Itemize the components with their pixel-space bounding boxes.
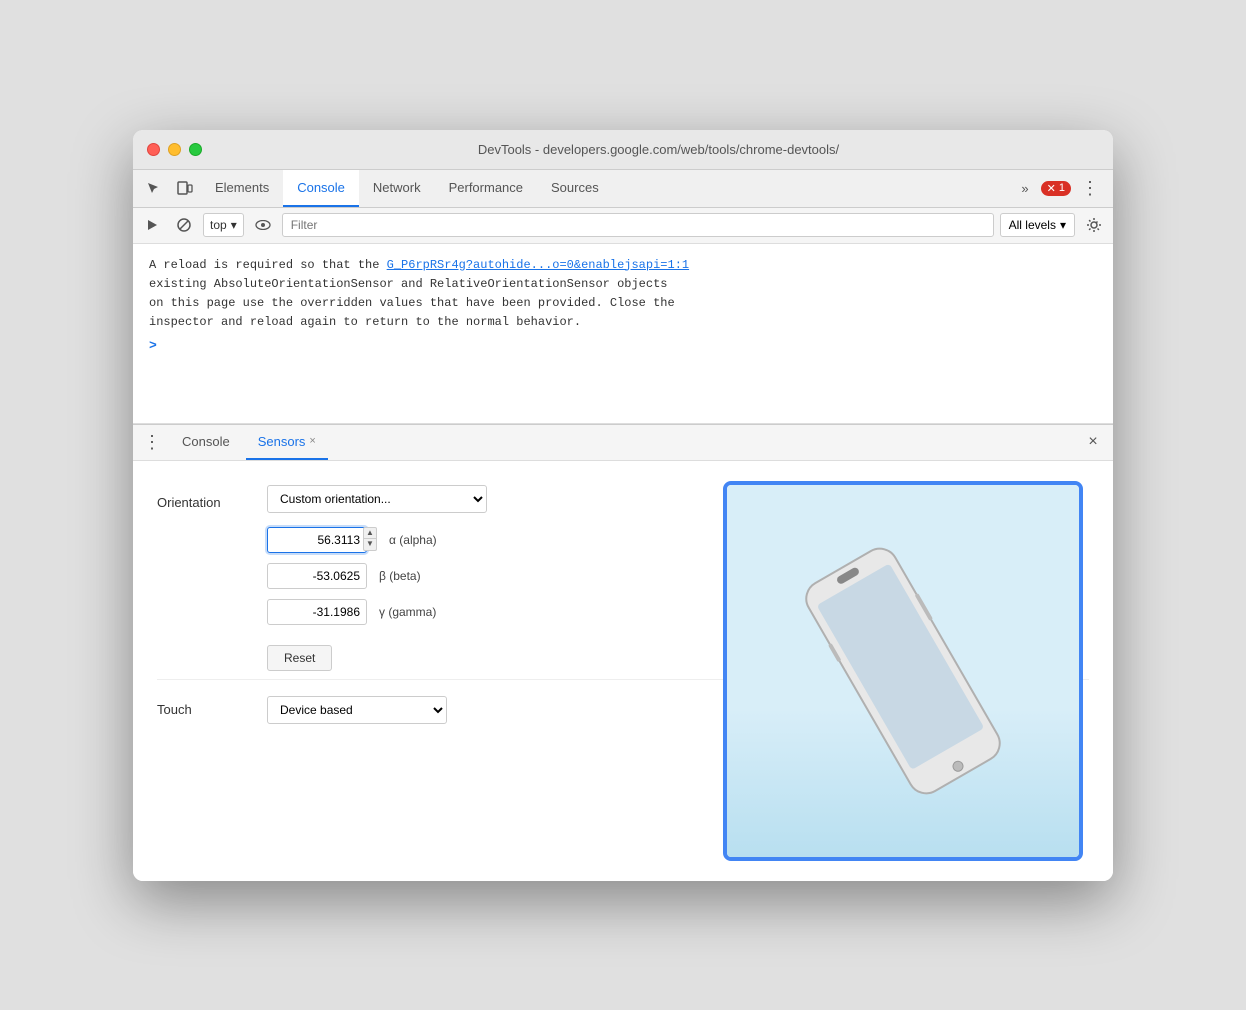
console-toolbar: top ▾ All levels ▾	[133, 208, 1113, 244]
tab-performance[interactable]: Performance	[435, 170, 537, 207]
device-viz-background	[727, 485, 1079, 857]
gamma-label: γ (gamma)	[379, 605, 436, 619]
console-link[interactable]: G_P6rpRSr4g?autohide...o=0&enablejsapi=1…	[387, 258, 689, 272]
title-bar: DevTools - developers.google.com/web/too…	[133, 130, 1113, 170]
levels-arrow-icon: ▾	[1060, 218, 1066, 232]
context-selector[interactable]: top ▾	[203, 213, 244, 237]
levels-label: All levels	[1009, 218, 1056, 232]
tab-console[interactable]: Console	[283, 170, 359, 207]
bottom-tab-sensors[interactable]: Sensors ×	[246, 425, 328, 460]
touch-dropdown[interactable]: Device based	[267, 696, 447, 724]
run-script-button[interactable]	[139, 212, 165, 238]
tab-sources[interactable]: Sources	[537, 170, 613, 207]
block-button[interactable]	[171, 212, 197, 238]
beta-input[interactable]	[267, 563, 367, 589]
window-controls	[147, 143, 202, 156]
tab-elements[interactable]: Elements	[201, 170, 283, 207]
more-tabs-button[interactable]: »	[1015, 177, 1034, 200]
alpha-stepper: ▲ ▼	[363, 527, 377, 553]
close-window-button[interactable]	[147, 143, 160, 156]
error-icon: ✕	[1047, 182, 1056, 195]
close-sensors-tab-button[interactable]: ×	[309, 435, 315, 447]
close-bottom-panel-button[interactable]: ×	[1081, 430, 1105, 454]
bottom-more-button[interactable]: ⋮	[139, 432, 166, 453]
context-value: top	[210, 218, 227, 232]
console-output: A reload is required so that the G_P6rpR…	[133, 244, 1113, 424]
tabs-right-controls: » ✕ 1 ⋮	[1015, 177, 1109, 200]
tab-network[interactable]: Network	[359, 170, 435, 207]
device-visualization	[723, 481, 1083, 861]
alpha-decrement-button[interactable]: ▼	[363, 539, 377, 551]
settings-button[interactable]	[1081, 212, 1107, 238]
gamma-input[interactable]	[267, 599, 367, 625]
touch-label: Touch	[157, 702, 267, 717]
beta-label: β (beta)	[379, 569, 421, 583]
alpha-increment-button[interactable]: ▲	[363, 527, 377, 539]
bottom-tabs-bar: ⋮ Console Sensors × ×	[133, 425, 1113, 461]
minimize-window-button[interactable]	[168, 143, 181, 156]
bottom-panel: ⋮ Console Sensors × × Orientation Custom…	[133, 424, 1113, 881]
maximize-window-button[interactable]	[189, 143, 202, 156]
main-tabs-list: Elements Console Network Performance Sou…	[201, 170, 1015, 207]
alpha-input[interactable]	[267, 527, 367, 553]
device-toggle-icon[interactable]	[171, 174, 199, 202]
cursor-icon[interactable]	[139, 174, 167, 202]
sensors-content: Orientation Custom orientation... ▲	[133, 461, 1113, 881]
error-badge[interactable]: ✕ 1	[1041, 181, 1071, 196]
context-arrow-icon: ▾	[231, 218, 237, 232]
console-message-text: A reload is required so that the G_P6rpR…	[149, 256, 689, 333]
kebab-menu-button[interactable]: ⋮	[1077, 178, 1103, 199]
error-count: 1	[1059, 182, 1065, 194]
console-message: A reload is required so that the G_P6rpR…	[149, 256, 1097, 333]
alpha-label: α (alpha)	[389, 533, 437, 547]
console-prompt[interactable]: >	[149, 332, 1097, 361]
log-levels-button[interactable]: All levels ▾	[1000, 213, 1075, 237]
reset-button[interactable]: Reset	[267, 645, 332, 671]
devtools-tabs-bar: Elements Console Network Performance Sou…	[133, 170, 1113, 208]
alpha-input-group: ▲ ▼	[267, 527, 377, 553]
phone-illustration	[777, 523, 1028, 818]
eye-icon-button[interactable]	[250, 212, 276, 238]
orientation-dropdown[interactable]: Custom orientation...	[267, 485, 487, 513]
bottom-tab-console[interactable]: Console	[170, 425, 242, 460]
orientation-label: Orientation	[157, 485, 267, 510]
filter-input[interactable]	[282, 213, 994, 237]
devtools-window: DevTools - developers.google.com/web/too…	[133, 130, 1113, 881]
window-title: DevTools - developers.google.com/web/too…	[218, 142, 1099, 157]
